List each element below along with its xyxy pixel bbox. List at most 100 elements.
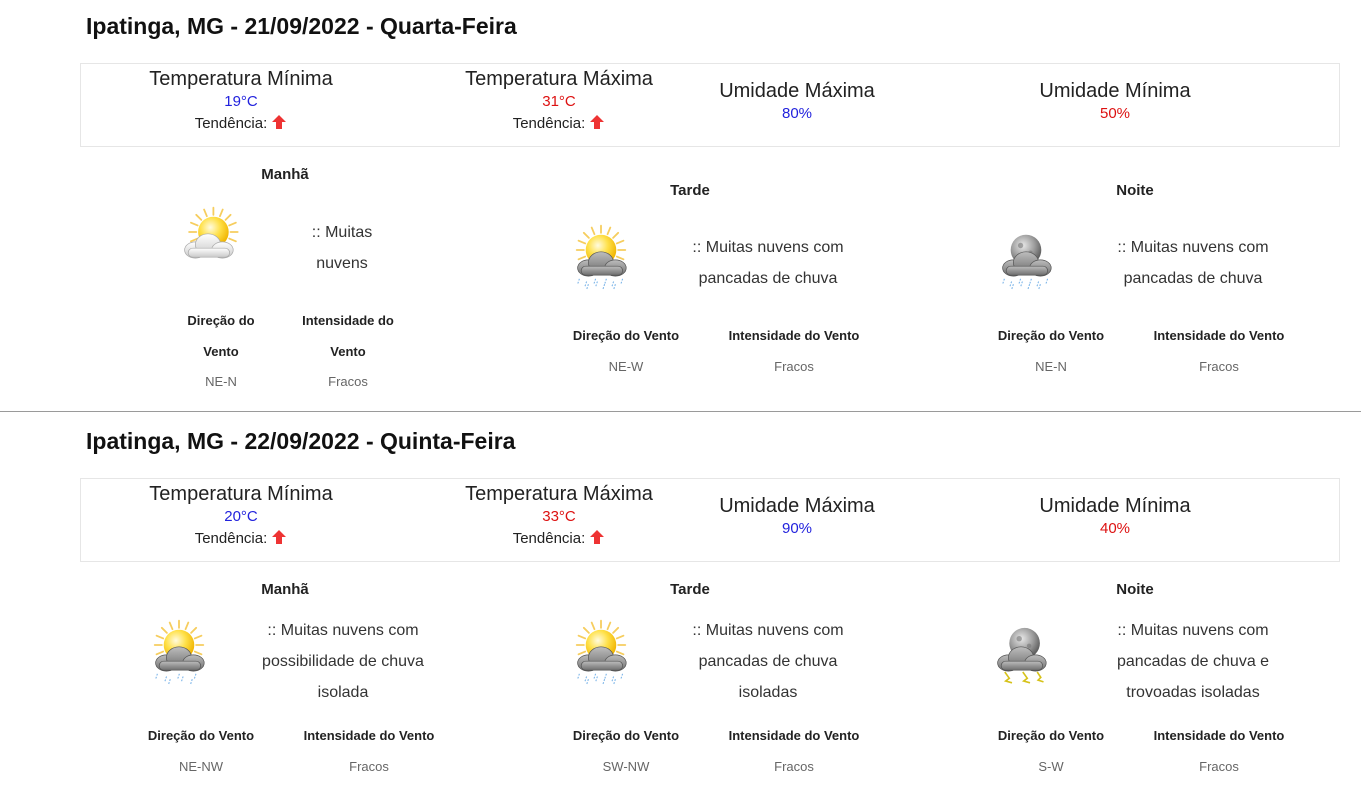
moon-storm-icon xyxy=(985,618,1057,695)
trend: Tendência: xyxy=(81,114,401,132)
temp-min-value: 19°C xyxy=(224,93,258,110)
condition-line: possibilidade de chuva xyxy=(262,653,424,670)
wind-direction-label: Direção do Vento xyxy=(990,720,1112,751)
day-forecast: Ipatinga, MG - 22/09/2022 - Quinta-Feira… xyxy=(0,413,1361,787)
condition-line: :: Muitas nuvens com xyxy=(692,239,844,256)
summary-hum-max: Umidade Máxima 90% xyxy=(637,495,957,537)
wind-direction-label: Direção do Vento xyxy=(565,320,687,351)
summary-temp-min: Temperatura Mínima 20°C Tendência: xyxy=(81,483,401,547)
arrow-up-icon xyxy=(267,530,287,547)
trend-label: Tendência: xyxy=(512,115,586,132)
wind-intensity-value: Fracos xyxy=(774,759,814,774)
wind-intensity-value: Fracos xyxy=(328,374,368,389)
arrow-up-icon xyxy=(267,115,287,132)
period-condition: :: Muitas nuvens compancadas de chuva xyxy=(688,232,848,294)
wind-direction-value: NE-W xyxy=(608,359,644,374)
temp-min-value: 20°C xyxy=(224,508,258,525)
period-name: Tarde xyxy=(670,182,710,199)
arrow-up-icon xyxy=(585,530,605,547)
wind-direction-label: Direção do Vento xyxy=(175,305,267,367)
label-line: Direção do xyxy=(187,313,255,328)
label-line: Direção do Vento xyxy=(572,728,680,743)
period-condition: :: Muitasnuvens xyxy=(290,217,394,279)
summary-hum-max: Umidade Máxima 80% xyxy=(637,80,957,122)
wind-intensity-label: Intensidade do Vento xyxy=(298,305,398,367)
wind-intensity-label: Intensidade do Vento xyxy=(724,320,864,351)
label-line: Intensidade do Vento xyxy=(1153,728,1285,743)
condition-line: pancadas de chuva xyxy=(698,653,838,670)
label-line: Vento xyxy=(330,344,366,359)
wind-direction-value: NE-N xyxy=(1035,359,1067,374)
trend-label: Tendência: xyxy=(194,115,268,132)
sun-rain-icon xyxy=(565,618,637,695)
period-name: Manhã xyxy=(261,581,309,598)
day-summary: Temperatura Mínima 19°C Tendência: Tempera… xyxy=(80,63,1340,147)
wind-direction-value: NE-NW xyxy=(178,759,224,774)
label-line: Intensidade do Vento xyxy=(303,728,435,743)
condition-line: pancadas de chuva e xyxy=(1116,653,1270,670)
moon-rain-icon xyxy=(990,223,1062,300)
condition-line: pancadas de chuva xyxy=(1123,270,1263,287)
condition-line: :: Muitas nuvens com xyxy=(267,622,419,639)
condition-line: nuvens xyxy=(316,255,368,272)
hum-max-value: 80% xyxy=(781,105,813,122)
condition-line: isolada xyxy=(317,684,369,701)
condition-line: :: Muitas nuvens com xyxy=(1117,239,1269,256)
wind-intensity-label: Intensidade do Vento xyxy=(299,720,439,751)
wind-intensity-label: Intensidade do Vento xyxy=(724,720,864,751)
temp-min-label: Temperatura Mínima xyxy=(149,483,333,505)
label-line: Direção do Vento xyxy=(997,728,1105,743)
condition-line: :: Muitas nuvens com xyxy=(1117,622,1269,639)
wind-intensity-value: Fracos xyxy=(1199,759,1239,774)
wind-direction-value: S-W xyxy=(1038,759,1064,774)
trend-label: Tendência: xyxy=(512,530,586,547)
label-line: Direção do Vento xyxy=(997,328,1105,343)
sun-cloud-icon xyxy=(172,205,244,282)
wind-direction-label: Direção do Vento xyxy=(140,720,262,751)
day-summary: Temperatura Mínima 20°C Tendência: Tempera… xyxy=(80,478,1340,562)
hum-max-label: Umidade Máxima xyxy=(719,495,875,517)
period-name: Tarde xyxy=(670,581,710,598)
wind-direction-value: NE-N xyxy=(205,374,237,389)
hum-max-value: 90% xyxy=(781,520,813,537)
period-name: Noite xyxy=(1116,182,1154,199)
period-condition: :: Muitas nuvens compancadas de chuva xyxy=(1113,232,1273,294)
day-title: Ipatinga, MG - 22/09/2022 - Quinta-Feira xyxy=(86,428,516,454)
wind-direction-label: Direção do Vento xyxy=(990,320,1112,351)
period-condition: :: Muitas nuvens compossibilidade de chu… xyxy=(258,615,428,708)
period-name: Noite xyxy=(1116,581,1154,598)
label-line: Direção do Vento xyxy=(572,328,680,343)
condition-line: pancadas de chuva xyxy=(698,270,838,287)
period-name: Manhã xyxy=(261,166,309,183)
sun-light-rain-icon xyxy=(143,618,215,695)
condition-line: trovoadas isoladas xyxy=(1126,684,1260,701)
hum-min-value: 50% xyxy=(1099,105,1131,122)
period-condition: :: Muitas nuvens compancadas de chuva et… xyxy=(1108,615,1278,708)
arrow-up-icon xyxy=(585,115,605,132)
condition-line: isoladas xyxy=(738,684,798,701)
wind-intensity-value: Fracos xyxy=(349,759,389,774)
period-condition: :: Muitas nuvens compancadas de chuvaiso… xyxy=(688,615,848,708)
label-line: Direção do Vento xyxy=(147,728,255,743)
summary-hum-min: Umidade Mínima 50% xyxy=(955,80,1275,122)
wind-intensity-value: Fracos xyxy=(1199,359,1239,374)
hum-min-value: 40% xyxy=(1099,520,1131,537)
label-line: Intensidade do Vento xyxy=(728,328,860,343)
label-line: Intensidade do xyxy=(302,313,394,328)
trend: Tendência: xyxy=(81,529,401,547)
temp-min-label: Temperatura Mínima xyxy=(149,68,333,90)
hum-min-label: Umidade Mínima xyxy=(1039,80,1191,102)
condition-line: :: Muitas nuvens com xyxy=(692,622,844,639)
wind-direction-value: SW-NW xyxy=(602,759,650,774)
sun-rain-icon xyxy=(565,223,637,300)
label-line: Intensidade do Vento xyxy=(1153,328,1285,343)
summary-temp-min: Temperatura Mínima 19°C Tendência: xyxy=(81,68,401,132)
day-title: Ipatinga, MG - 21/09/2022 - Quarta-Feira xyxy=(86,13,517,39)
label-line: Intensidade do Vento xyxy=(728,728,860,743)
condition-line: :: Muitas xyxy=(311,224,373,241)
wind-intensity-label: Intensidade do Vento xyxy=(1149,320,1289,351)
day-forecast: Ipatinga, MG - 21/09/2022 - Quarta-Feira… xyxy=(0,0,1361,412)
wind-intensity-label: Intensidade do Vento xyxy=(1149,720,1289,751)
trend-label: Tendência: xyxy=(194,530,268,547)
wind-direction-label: Direção do Vento xyxy=(565,720,687,751)
